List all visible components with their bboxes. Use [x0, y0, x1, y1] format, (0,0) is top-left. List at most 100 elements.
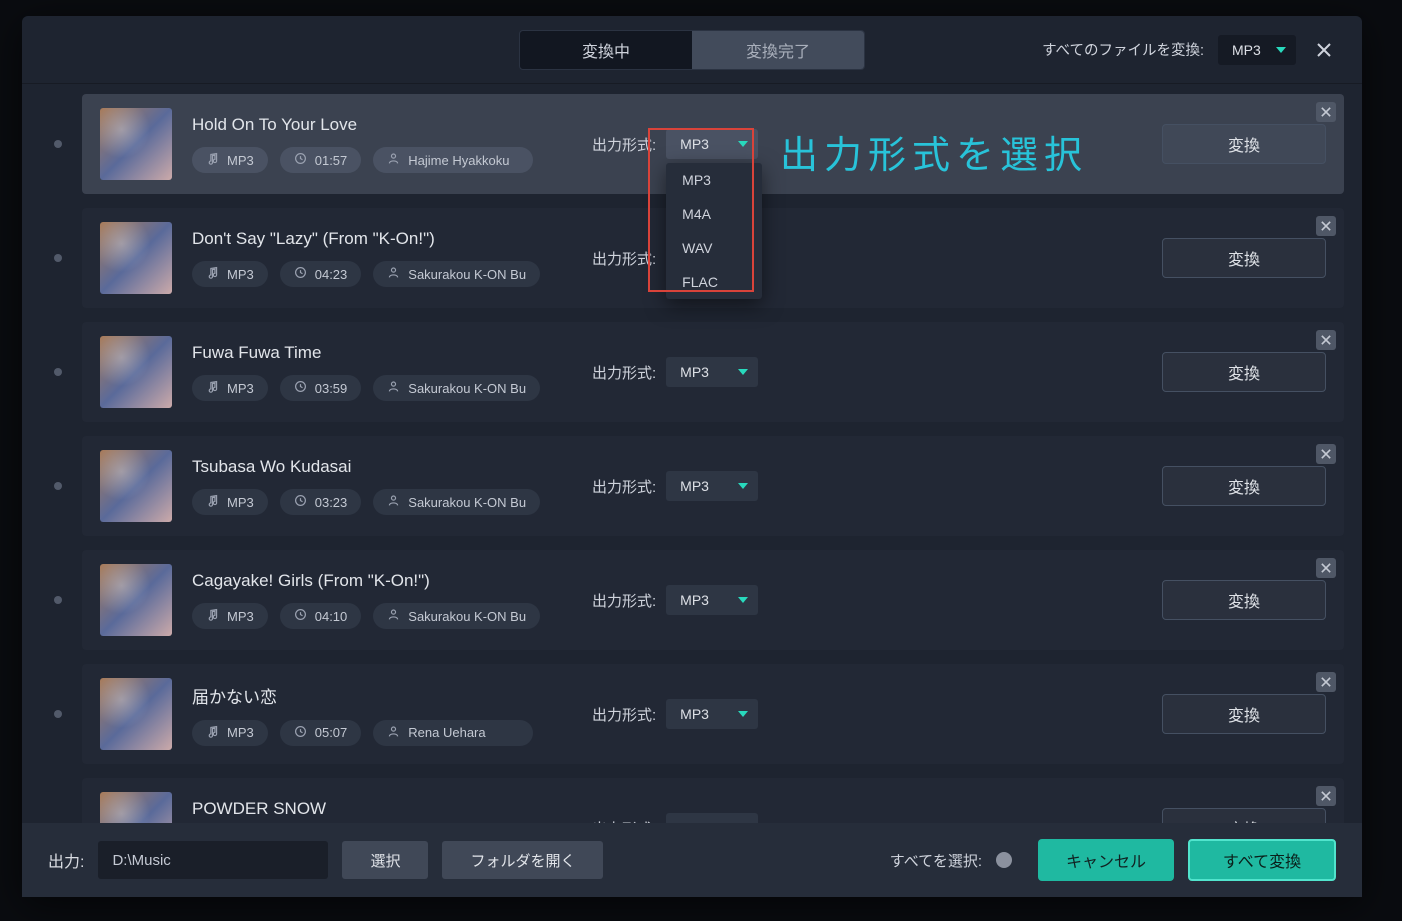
convert-button[interactable]: 変換 [1162, 124, 1326, 164]
track-info-row: MP3 01:57 Hajime Hyakkoku [192, 147, 572, 173]
duration-pill: 04:23 [280, 261, 362, 287]
output-format-group: 出力形式: MP3 MP3M4AWAVFLAC [592, 129, 758, 159]
convert-button[interactable]: 変換 [1162, 694, 1326, 734]
track-row[interactable]: Cagayake! Girls (From "K-On!") MP3 04:10… [82, 550, 1344, 650]
album-art [100, 792, 172, 823]
chevron-down-icon [738, 141, 748, 147]
output-path-label: 出力: [48, 848, 84, 872]
track-info-row: MP3 04:23 Sakurakou K-ON Bu [192, 261, 572, 287]
track-title: Hold On To Your Love [192, 115, 572, 135]
convert-button[interactable]: 変換 [1162, 466, 1326, 506]
user-icon [387, 152, 400, 168]
footer: 出力: 選択 フォルダを開く すべてを選択: キャンセル すべて変換 [22, 823, 1362, 897]
convert-button[interactable]: 変換 [1162, 808, 1326, 823]
output-format-value: MP3 [680, 592, 709, 608]
select-all-toggle[interactable] [996, 852, 1012, 868]
output-format-select[interactable]: MP3 MP3M4AWAVFLAC [666, 129, 758, 159]
album-art [100, 450, 172, 522]
row-bullet [54, 368, 62, 376]
track-list[interactable]: Hold On To Your Love MP3 01:57 Hajime Hy… [22, 84, 1362, 823]
clock-icon [294, 266, 307, 282]
track-meta: POWDER SNOW MP3 04:16 小木曽雪菜 [192, 799, 572, 823]
close-button[interactable] [1310, 36, 1338, 64]
chevron-down-icon [738, 597, 748, 603]
open-folder-button[interactable]: フォルダを開く [442, 841, 603, 879]
remove-track-button[interactable] [1316, 330, 1336, 350]
track-row[interactable]: 届かない恋 MP3 05:07 Rena Uehara 出力形式: MP3 変換 [82, 664, 1344, 764]
output-format-label: 出力形式: [592, 704, 656, 725]
remove-track-button[interactable] [1316, 102, 1336, 122]
track-row[interactable]: Hold On To Your Love MP3 01:57 Hajime Hy… [82, 94, 1344, 194]
user-icon [387, 494, 400, 510]
format-dropdown: MP3M4AWAVFLAC [666, 163, 762, 299]
format-option[interactable]: MP3 [666, 163, 762, 197]
format-pill: MP3 [192, 261, 268, 287]
cancel-button[interactable]: キャンセル [1038, 839, 1174, 881]
tab-converting[interactable]: 変換中 [520, 31, 692, 69]
modal-header: 変換中 変換完了 すべてのファイルを変換: MP3 [22, 16, 1362, 84]
track-meta: Cagayake! Girls (From "K-On!") MP3 04:10… [192, 571, 572, 629]
clock-icon [294, 494, 307, 510]
remove-track-button[interactable] [1316, 672, 1336, 692]
remove-track-button[interactable] [1316, 558, 1336, 578]
duration-pill: 01:57 [280, 147, 362, 173]
tab-converted[interactable]: 変換完了 [692, 31, 864, 69]
user-icon [387, 380, 400, 396]
output-format-value: MP3 [680, 706, 709, 722]
output-path-input[interactable] [98, 841, 328, 879]
output-format-group: 出力形式: MP3 [592, 357, 758, 387]
convert-button[interactable]: 変換 [1162, 580, 1326, 620]
remove-track-button[interactable] [1316, 786, 1336, 806]
row-bullet [54, 482, 62, 490]
duration-pill: 03:23 [280, 489, 362, 515]
output-format-label: 出力形式: [592, 134, 656, 155]
music-note-icon [206, 494, 219, 510]
clock-icon [294, 725, 307, 741]
convert-button[interactable]: 変換 [1162, 238, 1326, 278]
choose-folder-button[interactable]: 選択 [342, 841, 428, 879]
header-right: すべてのファイルを変換: MP3 [1042, 35, 1338, 65]
output-format-group: 出力形式: MP3 [592, 471, 758, 501]
row-bullet [54, 254, 62, 262]
format-option[interactable]: WAV [666, 231, 762, 265]
output-format-value: MP3 [680, 820, 709, 823]
close-icon [1321, 791, 1331, 801]
track-meta: Don't Say "Lazy" (From "K-On!") MP3 04:2… [192, 229, 572, 287]
output-format-label: 出力形式: [592, 476, 656, 497]
output-format-label: 出力形式: [592, 248, 656, 269]
output-format-value: MP3 [680, 478, 709, 494]
output-format-select[interactable]: MP3 [666, 699, 758, 729]
artist-pill: Sakurakou K-ON Bu [373, 375, 540, 401]
track-title: 届かない恋 [192, 683, 572, 708]
remove-track-button[interactable] [1316, 216, 1336, 236]
output-format-select[interactable]: MP3 [666, 357, 758, 387]
format-pill: MP3 [192, 147, 268, 173]
track-meta: Tsubasa Wo Kudasai MP3 03:23 Sakurakou K… [192, 457, 572, 515]
album-art [100, 678, 172, 750]
track-row[interactable]: Tsubasa Wo Kudasai MP3 03:23 Sakurakou K… [82, 436, 1344, 536]
artist-pill: Sakurakou K-ON Bu [373, 489, 540, 515]
track-info-row: MP3 03:59 Sakurakou K-ON Bu [192, 375, 572, 401]
convert-all-button[interactable]: すべて変換 [1188, 839, 1336, 881]
all-files-format-select[interactable]: MP3 [1218, 35, 1296, 65]
track-row[interactable]: POWDER SNOW MP3 04:16 小木曽雪菜 出力形式: MP3 変換 [82, 778, 1344, 823]
chevron-down-icon [738, 369, 748, 375]
user-icon [387, 725, 400, 741]
clock-icon [294, 608, 307, 624]
user-icon [387, 608, 400, 624]
format-option[interactable]: FLAC [666, 265, 762, 299]
output-format-select[interactable]: MP3 [666, 813, 758, 823]
output-format-select[interactable]: MP3 [666, 585, 758, 615]
format-pill: MP3 [192, 375, 268, 401]
track-row[interactable]: Fuwa Fuwa Time MP3 03:59 Sakurakou K-ON … [82, 322, 1344, 422]
artist-pill: Sakurakou K-ON Bu [373, 603, 540, 629]
all-files-label: すべてのファイルを変換: [1042, 39, 1204, 60]
format-option[interactable]: M4A [666, 197, 762, 231]
convert-button[interactable]: 変換 [1162, 352, 1326, 392]
close-icon [1321, 221, 1331, 231]
output-format-select[interactable]: MP3 [666, 471, 758, 501]
music-note-icon [206, 380, 219, 396]
remove-track-button[interactable] [1316, 444, 1336, 464]
close-icon [1321, 107, 1331, 117]
track-info-row: MP3 05:07 Rena Uehara [192, 720, 572, 746]
